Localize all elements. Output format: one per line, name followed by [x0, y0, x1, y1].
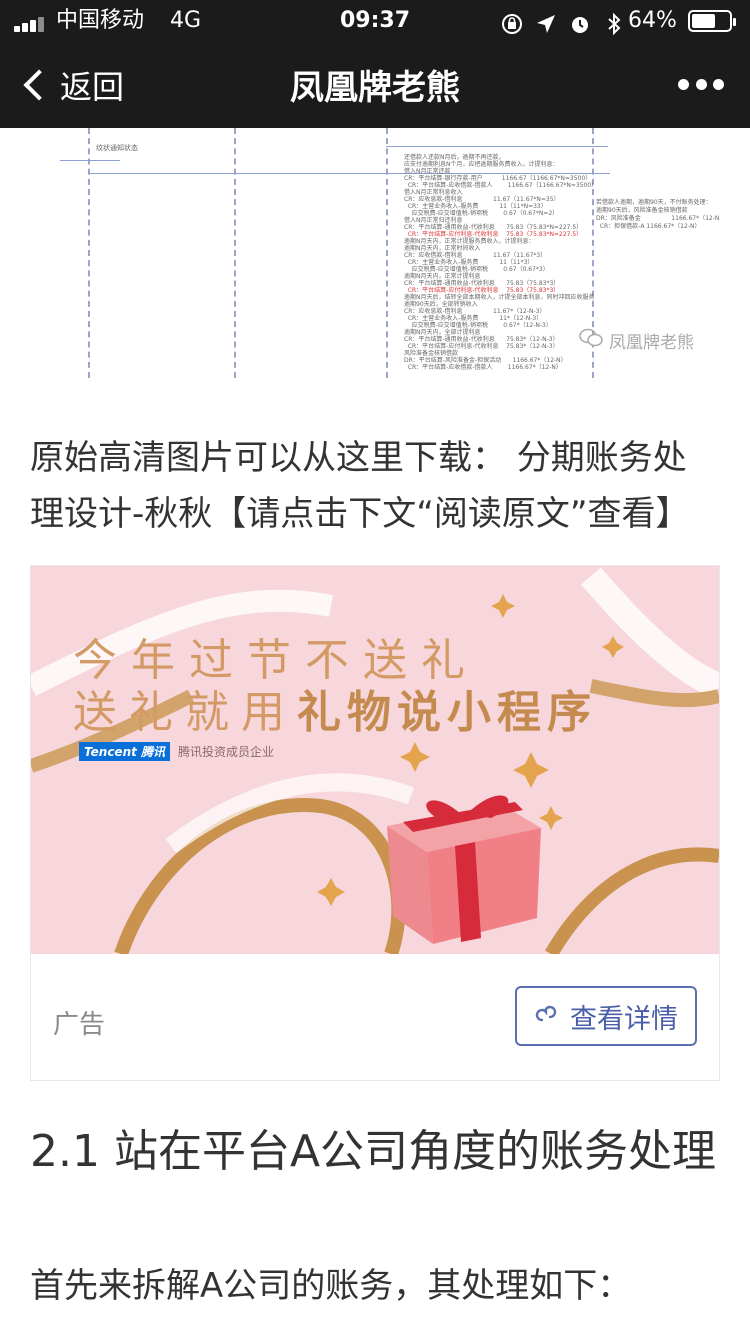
diagram-line: DR：平台结算-风险准备金-担保活动 1166.67*（12-N） [404, 357, 567, 364]
location-icon [534, 9, 558, 33]
diagram-line: 逾期N月天内，正常计提服务费收入，计提利息： [404, 238, 535, 245]
diagram-line: CR：平台结算-通用收益-代收利息 75.83（75.83*3） [404, 280, 560, 287]
top-bar: 中国移动 4G 09:37 64% 返回 凤凰牌老熊 [0, 0, 750, 128]
section-heading: 2.1 站在平台A公司角度的账务处理 [30, 1126, 717, 1177]
diagram-line: CR：应收息款-借利息 11.67（11.67*N=35） [404, 196, 560, 203]
diagram-line: CR：平台结算-应付利息-代收利息 75.83（75.83*N=227.5） [404, 231, 583, 238]
diagram-line: 逾期90天后，全部转销收入 [404, 301, 478, 308]
accounting-diagram-image: 纹状通知状态 还借款人还款N月后，逾期不再还款， 应支付逾期利息N个月，应把逾期服… [30, 128, 720, 378]
diagram-line: 借入N月正常利息收入 [404, 189, 463, 196]
gift-box-icon [387, 795, 541, 944]
diagram-line: CR：平台结算-通用收益-代收利息 75.83（75.83*N=227.5） [404, 224, 583, 231]
nav-bar: 返回 凤凰牌老熊 [0, 42, 750, 128]
diagram-line: 应交税费-应交增值税-销项税 0.67（0.67*3） [404, 266, 549, 273]
ad-banner-image[interactable]: 今年过节不送礼 送礼就用礼物说小程序 Tencent 腾讯 腾讯投资成员企业 [31, 566, 719, 954]
diagram-line: 应支付逾期利息N个月，应把逾期服务费收入，计提利息： [404, 161, 559, 168]
diagram-line: CR：主营业务收入-服务费 11（11*N=33） [404, 203, 547, 210]
diagram-line: 借入N月正常还款 [404, 168, 451, 175]
diagram-line: CR：主营业务收入-服务费 11*（12-N-3） [404, 315, 543, 322]
watermark: 凤凰牌老熊 [579, 328, 694, 353]
tencent-subtitle: 腾讯投资成员企业 [178, 744, 275, 759]
tencent-logo: Tencent 腾讯 [79, 741, 171, 761]
ad-headline-2-bold: 礼物说小程序 [297, 687, 597, 738]
article-paragraph: 原始高清图片可以从这里下载： 分期账务处理设计-秋秋【请点击下文“阅读原文”查看… [30, 438, 690, 534]
diagram-line: CR：平台结算-应付利息-代收利息 75.83*（12-N-3） [404, 343, 559, 350]
view-details-button[interactable]: 查看详情 [515, 986, 697, 1046]
ad-headline-2-prefix: 送礼就用 [73, 687, 297, 738]
diagram-right-line: CR：担保借款-A 1166.67*（12-N） [596, 223, 701, 230]
diagram-line: CR：应收借款-借利息 11.67（11.67*3） [404, 252, 547, 259]
view-details-label: 查看详情 [570, 1003, 678, 1035]
diagram-line: CR：平台结算-应付利息-代收利息 75.83（75.83*3） [404, 287, 560, 294]
wechat-icon [579, 328, 603, 353]
bluetooth-icon [602, 9, 626, 36]
diagram-line: CR：平台结算-应收借款-借款人 1166.67（1166.67*N=3500） [404, 182, 598, 189]
status-icons [500, 8, 626, 36]
battery-icon [688, 10, 736, 32]
diagram-line: 借入N月正常归还利息 [404, 217, 463, 224]
battery-percent: 64% [628, 8, 677, 33]
status-bar: 中国移动 4G 09:37 64% [0, 0, 750, 42]
tencent-brand: Tencent 腾讯 腾讯投资成员企业 [79, 741, 275, 761]
diagram-line: 风险准备金核销借款 [404, 350, 459, 357]
diagram-line: CR：平台结算-银行存款-用户 1166.67（1166.67*N=3500） [404, 175, 592, 182]
diagram-caption: 纹状通知状态 [96, 144, 138, 152]
ad-headline-2: 送礼就用礼物说小程序 [73, 676, 597, 740]
diagram-line: CR：主营业务收入-服务费 11（11*3） [404, 259, 534, 266]
diagram-line: CR：平台结算-通用收益-代收利息 75.83*（12-N-3） [404, 336, 559, 343]
more-menu-button[interactable] [678, 72, 724, 96]
diagram-line: CR：应收息款-借利息 11.67*（12-N-3） [404, 308, 546, 315]
rotation-lock-icon [500, 9, 524, 34]
alarm-icon [568, 9, 592, 33]
section-text: 首先来拆解A公司的账务，其处理如下： [30, 1266, 632, 1306]
diagram-line: CR：平台结算-应收借款-借款人 1166.67*（12-N） [404, 364, 562, 371]
diagram-line: 应交税费-应交增值税-销项税 0.67（0.67*N=2） [404, 210, 559, 217]
diagram-line: 逾期N月天后，结转全部本期收入，计提全部本利息，同时冲回应收服务 [404, 294, 595, 301]
ad-label: 广告 [53, 1010, 106, 1040]
page-title: 凤凰牌老熊 [290, 68, 460, 108]
diagram-line: 逾期N月天内，全部计提利息 [404, 329, 481, 336]
mini-program-icon [534, 1000, 560, 1033]
diagram-line: 应交税费-应交增值税-销项税 0.67*（12-N-3） [404, 322, 552, 329]
ad-card[interactable]: 今年过节不送礼 送礼就用礼物说小程序 Tencent 腾讯 腾讯投资成员企业 广… [30, 565, 720, 1081]
watermark-text: 凤凰牌老熊 [609, 333, 694, 353]
diagram-line: 逾期N月天内，正常计提利息 [404, 273, 481, 280]
diagram-line: 逾期N月天内，正常时间收入 [404, 245, 481, 252]
diagram-line: 还借款人还款N月后，逾期不再还款， [404, 154, 505, 161]
